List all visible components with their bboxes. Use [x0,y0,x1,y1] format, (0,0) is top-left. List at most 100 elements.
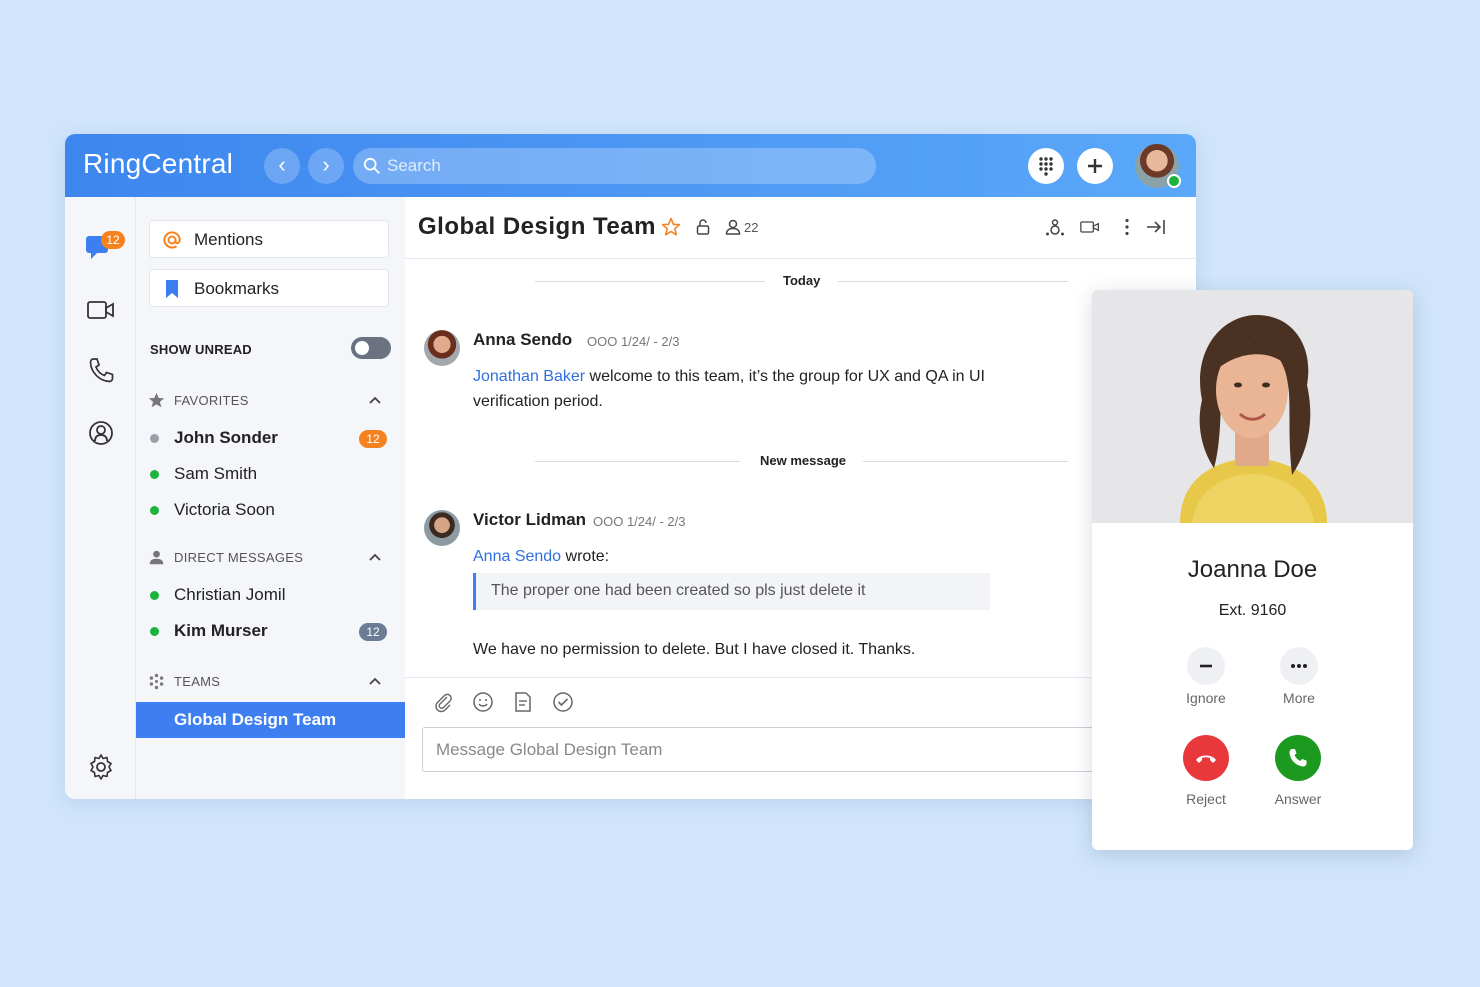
answer-button[interactable] [1275,735,1321,781]
at-sign-icon [163,231,181,249]
attachment-icon[interactable] [432,691,454,713]
contacts-icon [89,421,113,445]
search-input[interactable] [387,148,867,184]
show-unread-toggle[interactable] [351,337,391,359]
presence-dot [150,506,159,515]
note-icon[interactable] [512,691,534,713]
add-button[interactable] [1077,148,1113,184]
conversation-kim-murser[interactable]: Kim Murser 12 [150,617,390,645]
forward-button[interactable]: › [308,148,344,184]
members-icon[interactable] [723,217,743,237]
star-favorite-icon[interactable] [661,217,681,237]
sender-name[interactable]: Victor Lidman [473,510,586,530]
mentions-button[interactable]: Mentions [149,220,389,258]
direct-messages-section-header[interactable]: DIRECT MESSAGES [148,548,388,568]
conversation-name: Victoria Soon [174,500,275,519]
reject-button[interactable] [1183,735,1229,781]
answer-label: Answer [1274,791,1322,807]
presence-dot [150,591,159,600]
contacts-nav[interactable] [85,417,117,449]
conversation-sam-smith[interactable]: Sam Smith [150,460,390,488]
mentions-label: Mentions [194,230,263,249]
search-icon [363,157,380,174]
chevron-up-icon [369,553,381,561]
sender-status: OOO 1/24/ - 2/3 [587,334,680,349]
bookmarks-label: Bookmarks [194,279,280,298]
phone-answer-icon [1289,749,1307,767]
presence-dot [150,434,159,443]
plus-icon [1088,159,1102,173]
conversation-sidebar: Mentions Bookmarks SHOW UNREAD FAVORITES… [136,197,405,799]
person-icon [149,550,164,565]
more-horizontal-icon [1291,664,1307,668]
video-call-icon[interactable] [1080,217,1100,237]
date-divider-line [838,281,1068,282]
incoming-call-card: Joanna Doe Ext. 9160 Ignore More Reject … [1092,290,1413,850]
back-button[interactable]: ‹ [264,148,300,184]
phone-nav[interactable] [85,355,117,387]
sender-name[interactable]: Anna Sendo [473,330,572,350]
conversation-name: John Sonder [174,428,278,447]
presence-dot [150,470,159,479]
new-message-label: New message [760,453,846,468]
teams-label: TEAMS [174,674,221,689]
more-label: More [1283,690,1315,706]
chat-header: Global Design Team 22 [405,197,1196,259]
ignore-button[interactable] [1187,647,1225,685]
presence-indicator [1167,174,1181,188]
nav-rail: 12 [65,197,136,799]
messages-badge: 12 [101,231,125,249]
minus-icon [1200,664,1212,668]
conversation-name: Global Design Team [174,710,337,729]
hang-up-icon [1196,755,1216,763]
mention-link[interactable]: Jonathan Baker [473,368,585,385]
settings-nav[interactable] [85,751,117,783]
more-vertical-icon[interactable] [1117,217,1137,237]
bookmarks-button[interactable]: Bookmarks [149,269,389,307]
task-icon[interactable] [552,691,574,713]
collapse-panel-icon[interactable] [1146,217,1166,237]
wrote-text: wrote: [565,548,610,565]
conversation-christian-jomil[interactable]: Christian Jomil [150,581,390,609]
message-input[interactable] [423,728,1191,771]
favorites-section-header[interactable]: FAVORITES [148,391,388,411]
conversation-victoria-soon[interactable]: Victoria Soon [150,496,390,524]
sender-avatar[interactable] [424,510,460,546]
message-text: welcome to this team, it’s the group for… [589,368,985,385]
lock-icon[interactable] [693,217,713,237]
conversation-global-design-team[interactable]: Global Design Team [136,702,405,738]
presence-dot [150,627,159,636]
dialpad-button[interactable] [1028,148,1064,184]
app-window: RingCentral ‹ › 12 [65,134,1196,799]
video-icon [87,301,114,319]
teams-section-header[interactable]: TEAMS [148,672,388,692]
star-icon [148,392,165,408]
chat-title: Global Design Team [418,213,656,240]
conversation-john-sonder[interactable]: John Sonder 12 [150,424,390,452]
member-count[interactable]: 22 [744,220,758,235]
top-bar: RingCentral ‹ › [65,134,1196,197]
caller-extension: Ext. 9160 [1218,602,1287,619]
emoji-icon[interactable] [472,691,494,713]
message-body: Jonathan Baker welcome to this team, it’… [473,364,1033,414]
mention-link[interactable]: Anna Sendo [473,548,561,565]
composer-divider [405,677,1196,678]
date-divider-label: Today [783,273,821,288]
video-nav[interactable] [85,294,117,326]
teams-icon [149,673,164,690]
sender-avatar[interactable] [424,330,460,366]
phone-icon [89,358,114,383]
caller-photo [1092,290,1413,523]
sender-status: OOO 1/24/ - 2/3 [593,514,686,529]
more-button[interactable] [1280,647,1318,685]
caller-portrait-image [1092,290,1413,523]
message-composer[interactable] [422,727,1192,772]
conference-icon[interactable] [1045,217,1065,237]
direct-messages-label: DIRECT MESSAGES [174,550,304,565]
conversation-name: Christian Jomil [174,585,286,604]
caller-name: Joanna Doe [1187,556,1318,583]
brand-logo: RingCentral [83,148,234,179]
search-bar[interactable] [353,148,876,184]
message-body: We have no permission to delete. But I h… [473,641,916,658]
unread-badge: 12 [359,430,387,448]
